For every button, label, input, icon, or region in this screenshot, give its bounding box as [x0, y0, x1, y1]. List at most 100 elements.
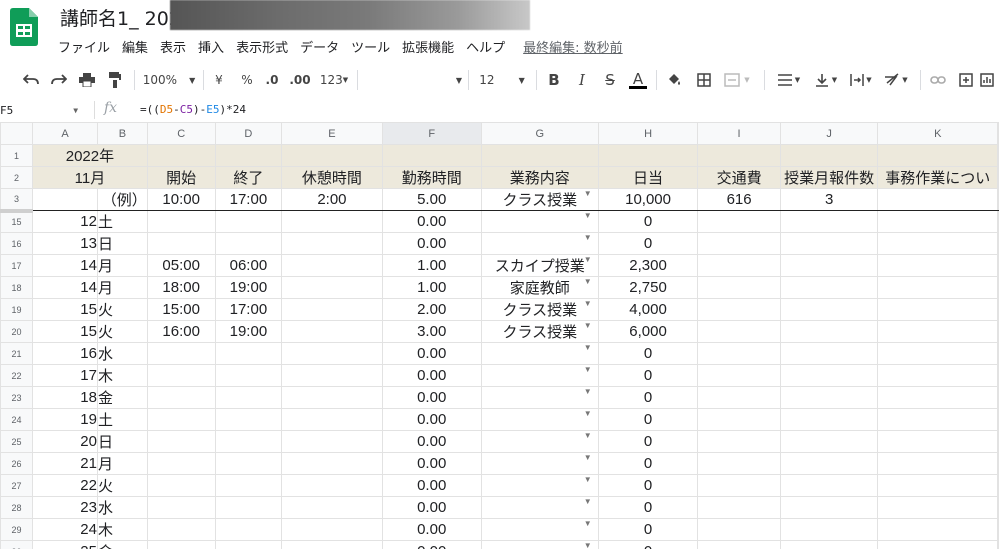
- cell[interactable]: [779, 320, 879, 343]
- cell[interactable]: [997, 188, 999, 211]
- currency-format-button[interactable]: ¥: [208, 62, 230, 98]
- cell[interactable]: 10,000: [597, 188, 699, 211]
- name-box[interactable]: F5 ▼: [0, 98, 90, 122]
- chevron-down-icon[interactable]: ▼: [584, 190, 592, 199]
- cell[interactable]: [697, 430, 781, 453]
- cell[interactable]: クラス授業 ▼: [480, 188, 599, 211]
- cell[interactable]: 13: [32, 232, 98, 255]
- cell[interactable]: 6,000: [597, 320, 699, 343]
- bold-button[interactable]: B: [542, 62, 566, 98]
- cell[interactable]: [697, 210, 781, 233]
- cell[interactable]: 0: [597, 452, 699, 475]
- cell[interactable]: [214, 496, 283, 519]
- cell[interactable]: [779, 430, 879, 453]
- cell[interactable]: 0: [597, 496, 699, 519]
- cell[interactable]: [779, 408, 879, 431]
- text-rotation-icon[interactable]: ▼: [880, 62, 912, 98]
- chevron-down-icon[interactable]: ▼: [584, 388, 592, 397]
- merge-cells-icon[interactable]: ▼: [720, 62, 754, 98]
- cell[interactable]: [281, 496, 383, 519]
- cell[interactable]: 0.00: [381, 540, 482, 549]
- cell[interactable]: 金: [96, 540, 148, 549]
- cell[interactable]: ▼: [480, 452, 599, 475]
- cell[interactable]: [281, 342, 383, 365]
- cell[interactable]: [281, 386, 383, 409]
- cell[interactable]: [146, 452, 216, 475]
- text-color-button[interactable]: A: [626, 62, 650, 98]
- insert-comment-icon[interactable]: [954, 62, 978, 98]
- row-header[interactable]: 3: [0, 188, 34, 213]
- cell[interactable]: [281, 540, 383, 549]
- cell[interactable]: 2:00: [281, 188, 383, 211]
- cell[interactable]: [214, 540, 283, 549]
- cell[interactable]: 14: [32, 254, 98, 277]
- cell[interactable]: [997, 276, 999, 299]
- cell[interactable]: 月: [96, 276, 148, 299]
- cell[interactable]: 日: [96, 430, 148, 453]
- cell[interactable]: 22: [32, 474, 98, 497]
- cell[interactable]: [281, 474, 383, 497]
- fill-color-icon[interactable]: [662, 62, 686, 98]
- cell[interactable]: 0.00: [381, 496, 482, 519]
- row-header[interactable]: 24: [0, 408, 34, 431]
- italic-button[interactable]: I: [570, 62, 594, 98]
- cell[interactable]: [146, 342, 216, 365]
- cell[interactable]: ▼: [480, 496, 599, 519]
- cell[interactable]: クラス授業 ▼: [480, 298, 599, 321]
- cell[interactable]: [146, 408, 216, 431]
- cell[interactable]: [214, 386, 283, 409]
- column-header[interactable]: C: [146, 122, 216, 145]
- cell[interactable]: 木: [96, 518, 148, 541]
- cell[interactable]: [214, 474, 283, 497]
- cell[interactable]: 0.00: [381, 342, 482, 365]
- cell[interactable]: 日当: [597, 166, 699, 189]
- cell[interactable]: [877, 210, 998, 233]
- cell[interactable]: ▼: [480, 474, 599, 497]
- cell[interactable]: [877, 144, 998, 167]
- cell[interactable]: 05:00: [146, 254, 216, 277]
- cell[interactable]: [779, 276, 879, 299]
- menu-extensions[interactable]: 拡張機能: [402, 37, 454, 56]
- cell[interactable]: [779, 254, 879, 277]
- cell[interactable]: [281, 408, 383, 431]
- cell[interactable]: 休憩時間: [281, 166, 383, 189]
- formula-input[interactable]: =((D5-C5)-E5)*24: [140, 103, 246, 116]
- chevron-down-icon[interactable]: ▼: [584, 476, 592, 485]
- sheets-logo-icon[interactable]: [10, 8, 38, 46]
- cell[interactable]: [997, 144, 999, 167]
- row-header[interactable]: 26: [0, 452, 34, 475]
- last-edit-link[interactable]: 最終編集: 数秒前: [523, 37, 623, 56]
- cell[interactable]: [697, 298, 781, 321]
- text-wrapping-icon[interactable]: ▼: [846, 62, 876, 98]
- cell[interactable]: 12: [32, 210, 98, 233]
- cell[interactable]: [214, 452, 283, 475]
- cell[interactable]: （例）: [96, 188, 148, 211]
- chevron-down-icon[interactable]: ▼: [584, 278, 592, 287]
- cell[interactable]: 1.00: [381, 276, 482, 299]
- menu-edit[interactable]: 編集: [122, 37, 148, 56]
- cell[interactable]: [480, 144, 599, 167]
- cell[interactable]: 事務作業につい: [877, 166, 998, 189]
- cell[interactable]: [779, 144, 879, 167]
- row-header[interactable]: 15: [0, 210, 34, 233]
- select-all-corner[interactable]: [0, 122, 34, 145]
- column-header[interactable]: B: [96, 122, 148, 145]
- cell[interactable]: 交通費: [697, 166, 781, 189]
- cell[interactable]: 0.00: [381, 386, 482, 409]
- vertical-align-icon[interactable]: ▼: [810, 62, 842, 98]
- cell[interactable]: [214, 430, 283, 453]
- cell[interactable]: [779, 386, 879, 409]
- cell[interactable]: 3: [779, 188, 879, 211]
- chevron-down-icon[interactable]: ▼: [584, 542, 592, 549]
- menu-file[interactable]: ファイル: [58, 37, 110, 56]
- cell[interactable]: 0: [597, 430, 699, 453]
- cell[interactable]: [697, 144, 781, 167]
- cell[interactable]: [997, 232, 999, 255]
- cell[interactable]: [146, 474, 216, 497]
- cell[interactable]: 18:00: [146, 276, 216, 299]
- chevron-down-icon[interactable]: ▼: [584, 256, 592, 265]
- cell[interactable]: [877, 386, 998, 409]
- cell[interactable]: [214, 518, 283, 541]
- cell[interactable]: 17: [32, 364, 98, 387]
- cell[interactable]: 23: [32, 496, 98, 519]
